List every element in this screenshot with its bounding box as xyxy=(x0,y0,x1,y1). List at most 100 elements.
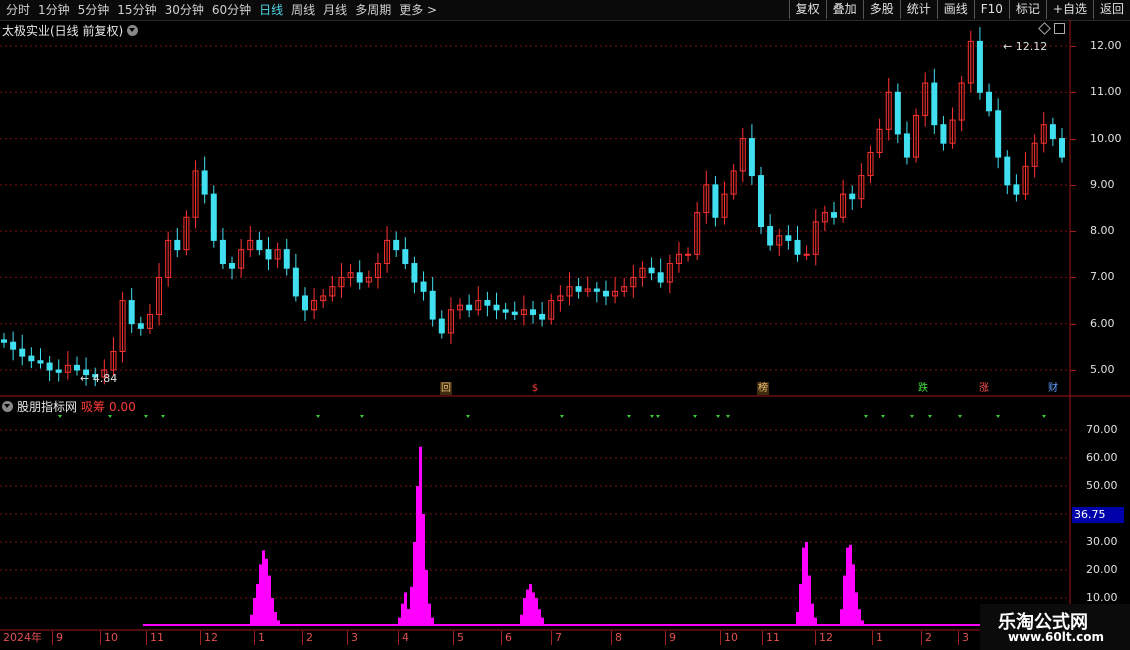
indicator-bar xyxy=(268,575,271,626)
toolbar-button[interactable]: 复权 xyxy=(788,0,826,19)
candle-body xyxy=(1013,184,1020,195)
candle-body xyxy=(885,91,892,130)
candle-body xyxy=(493,304,500,311)
month-label: 3 xyxy=(347,631,358,645)
candle-body xyxy=(10,341,17,350)
period-tab[interactable]: 5分钟 xyxy=(74,2,114,18)
chevron-down-icon[interactable] xyxy=(127,25,139,36)
indicator-bar xyxy=(861,620,864,626)
indicator-bar xyxy=(413,542,416,626)
candle-body xyxy=(301,295,308,311)
toolbar-button[interactable]: 画线 xyxy=(936,0,974,19)
month-label: 9 xyxy=(52,631,63,645)
period-tab[interactable]: 日线 xyxy=(255,2,287,18)
indicator-axis-label: 20.00 xyxy=(1086,563,1118,576)
price-axis-tick xyxy=(1070,323,1076,325)
indicator-axis-label: 50.00 xyxy=(1086,479,1118,492)
date-axis: 2024年 9 10 11 12 1 2 3 4 5 6 7 8 9 10 11 12 1 2 3 xyxy=(0,631,1070,650)
event-marker[interactable]: 涨 xyxy=(978,382,990,395)
candle-body xyxy=(484,300,491,306)
month-label: 10 xyxy=(100,631,118,645)
price-axis-label: 7.00 xyxy=(1090,270,1115,284)
high-price-label: ← 12.12 xyxy=(1003,40,1047,53)
candle-body xyxy=(46,362,53,371)
month-label: 12 xyxy=(200,631,218,645)
period-tab[interactable]: 15分钟 xyxy=(113,2,160,18)
indicator-bar xyxy=(274,612,277,626)
candle-body xyxy=(320,295,327,302)
event-marker[interactable]: 回 xyxy=(440,382,452,395)
indicator-axis-label: 30.00 xyxy=(1086,535,1118,548)
buy-signal-icon xyxy=(928,415,932,418)
candle-body xyxy=(922,82,929,116)
month-label: 10 xyxy=(720,631,738,645)
period-tab[interactable]: 30分钟 xyxy=(161,2,208,18)
candle-body xyxy=(931,82,938,126)
indicator-bar xyxy=(799,584,802,626)
candle-body xyxy=(28,355,35,362)
month-label: 1 xyxy=(254,631,265,645)
candle-body xyxy=(739,138,746,172)
toolbar-button[interactable]: 统计 xyxy=(899,0,937,19)
candle-body xyxy=(730,170,737,195)
candle-body xyxy=(593,288,600,292)
price-axis-label: 5.00 xyxy=(1090,363,1115,376)
candle-body xyxy=(666,263,673,283)
candle-body xyxy=(548,300,555,320)
toolbar-button[interactable]: 叠加 xyxy=(825,0,863,19)
month-label: 7 xyxy=(551,631,562,645)
diamond-icon[interactable] xyxy=(1038,22,1051,35)
period-tab[interactable]: 分时 xyxy=(2,2,34,18)
period-tabs: 分时 1分钟 5分钟 15分钟 30分钟 60分钟 日线 周线 月线 多周期 更多 > xyxy=(2,2,441,18)
candle-body xyxy=(475,300,482,311)
candle-body xyxy=(411,263,418,283)
candle-body xyxy=(457,304,464,311)
month-label: 11 xyxy=(146,631,164,645)
indicator-bar xyxy=(271,598,274,626)
candle-body xyxy=(247,239,254,251)
candle-body xyxy=(83,369,90,376)
candle-body xyxy=(73,364,80,371)
current-value-box: 36.75 xyxy=(1072,507,1124,523)
toolbar-button[interactable]: 多股 xyxy=(862,0,900,19)
event-marker[interactable]: 财 xyxy=(1047,382,1059,395)
candle-body xyxy=(219,239,226,265)
price-axis-label: 12.00 xyxy=(1090,39,1122,52)
period-tab[interactable]: 周线 xyxy=(287,2,319,18)
price-axis-tick xyxy=(1070,138,1076,140)
indicator-bar xyxy=(811,603,814,626)
candle-body xyxy=(420,281,427,292)
indicator-bar xyxy=(410,620,413,626)
window-toggle-icon[interactable] xyxy=(1054,23,1065,34)
candle-body xyxy=(776,235,783,246)
buy-signal-icon xyxy=(560,415,564,418)
month-label: 11 xyxy=(762,631,780,645)
price-chart[interactable]: ← 12.12 ← 4.84 xyxy=(0,0,1130,650)
toolbar-button[interactable]: 返回 xyxy=(1092,0,1130,19)
candle-body xyxy=(849,193,856,200)
buy-signal-icon xyxy=(466,415,470,418)
period-tab[interactable]: 1分钟 xyxy=(34,2,74,18)
period-tab[interactable]: 更多 > xyxy=(395,2,441,18)
candle-body xyxy=(712,184,719,218)
candle-body xyxy=(1004,156,1011,186)
period-tab[interactable]: 60分钟 xyxy=(208,2,255,18)
period-tab[interactable]: 月线 xyxy=(319,2,351,18)
buy-signal-icon xyxy=(316,415,320,418)
toolbar-button[interactable]: 标记 xyxy=(1008,0,1046,19)
event-marker[interactable]: $ xyxy=(529,382,541,395)
buy-signal-icon xyxy=(1042,415,1046,418)
candle-body xyxy=(876,128,883,153)
period-tab[interactable]: 多周期 xyxy=(351,2,395,18)
event-marker[interactable]: 榜 xyxy=(757,382,769,395)
month-label: 2 xyxy=(302,631,313,645)
month-label: 2 xyxy=(921,631,932,645)
toolbar-button[interactable]: +自选 xyxy=(1045,0,1093,19)
indicator-bar xyxy=(538,609,541,626)
candle-body xyxy=(1,339,7,343)
candle-body xyxy=(566,286,573,297)
buy-signal-icon xyxy=(161,415,165,418)
toolbar-button[interactable]: F10 xyxy=(973,0,1009,19)
event-marker[interactable]: 跌 xyxy=(917,382,929,395)
chevron-down-icon[interactable] xyxy=(2,401,13,412)
